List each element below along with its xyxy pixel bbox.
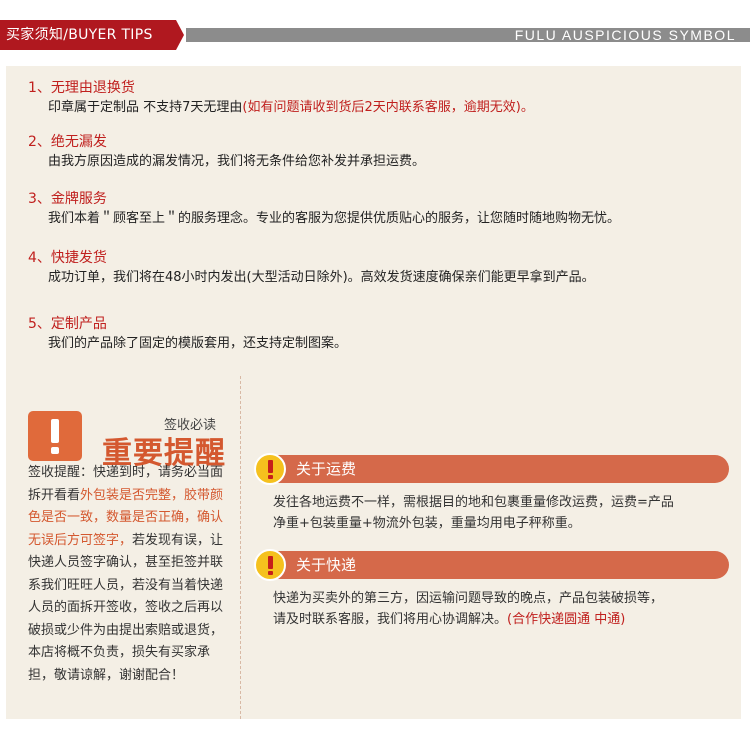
- shipping-line: 净重+包装重量+物流外包装，重量均用电子秤称重。: [273, 516, 581, 531]
- shipping-text: 发往各地运费不一样，需根据目的地和包裹重量修改运费，运费=产品 净重+包装重量+…: [273, 492, 674, 534]
- courier-text: 快递为买卖外的第三方，因运输问题导致的晚点，产品包装破损等， 请及时联系客服，我…: [273, 588, 663, 630]
- notice-heading: 3、金牌服务: [28, 191, 107, 207]
- buyer-tips-title: 买家须知/BUYER TIPS: [0, 20, 184, 50]
- notice-heading: 5、定制产品: [28, 316, 107, 332]
- notice-item-shipping: 4、快捷发货 成功订单，我们将在48小时内发出(大型活动日除外)。高效发货速度确…: [28, 248, 595, 288]
- exclamation-icon: [254, 453, 286, 485]
- notice-item-custom: 5、定制产品 我们的产品除了固定的模版套用，还支持定制图案。: [28, 314, 347, 354]
- notice-item-missing: 2、绝无漏发 由我方原因造成的漏发情况，我们将无条件给您补发并承担运费。: [28, 132, 425, 172]
- dashed-divider: [240, 376, 241, 719]
- courier-line: 请及时联系客服，我们将用心协调解决。(合作快递圆通 中通): [273, 609, 663, 630]
- notice-body: 我们的产品除了固定的模版套用，还支持定制图案。: [48, 336, 348, 351]
- courier-line: 快递为买卖外的第三方，因运输问题导致的晚点，产品包装破损等，: [273, 591, 664, 606]
- notice-body: 印章属于定制品 不支持7天无理由(如有问题请收到货后2天内联系客服，逾期无效)。: [28, 98, 534, 118]
- courier-line-text: 请及时联系客服，我们将用心协调解决。: [273, 612, 508, 627]
- notice-body-highlight: (如有问题请收到货后2天内联系客服，逾期无效)。: [242, 100, 534, 115]
- exclamation-icon: [254, 549, 286, 581]
- notice-item-returns: 1、无理由退换货 印章属于定制品 不支持7天无理由(如有问题请收到货后2天内联系…: [28, 78, 534, 118]
- header-bar: 买家须知/BUYER TIPS FULU AUSPICIOUS SYMBOL: [0, 20, 750, 50]
- buyer-notice-panel: 1、无理由退换货 印章属于定制品 不支持7天无理由(如有问题请收到货后2天内联系…: [6, 66, 741, 376]
- notice-body: 我们本着＂顾客至上＂的服务理念。专业的客服为您提供优质贴心的服务，让您随时随地购…: [48, 211, 621, 226]
- notice-body: 由我方原因造成的漏发情况，我们将无条件给您补发并承担运费。: [48, 154, 426, 169]
- notice-heading: 1、无理由退换货: [28, 80, 135, 96]
- shipping-line: 发往各地运费不一样，需根据目的地和包裹重量修改运费，运费=产品: [273, 495, 674, 510]
- notice-body: 成功订单，我们将在48小时内发出(大型活动日除外)。高效发货速度确保亲们能更早拿…: [48, 270, 595, 285]
- shipping-section-title: 关于运费: [296, 460, 357, 478]
- courier-section-title: 关于快递: [296, 556, 357, 574]
- warning-icon: [28, 411, 82, 461]
- remind-panel: 签收必读 重要提醒 签收提醒：快递到时，请务必当面拆开看看外包装是否完整，胶带颜…: [6, 376, 741, 719]
- notice-heading: 2、绝无漏发: [28, 134, 107, 150]
- courier-partners: (合作快递圆通 中通): [507, 612, 626, 627]
- notice-heading: 4、快捷发货: [28, 250, 107, 266]
- remind-text: 签收提醒：快递到时，请务必当面拆开看看外包装是否完整，胶带颜色是否一致，数量是否…: [28, 462, 233, 687]
- remind-text-part: 若发现有误，让快递人员签字确认，甚至拒签并联系我们旺旺人员，若没有当着快递人员的…: [28, 532, 224, 683]
- brand-symbol-label: FULU AUSPICIOUS SYMBOL: [508, 20, 750, 50]
- notice-body-text: 印章属于定制品 不支持7天无理由: [48, 100, 243, 115]
- notice-item-service: 3、金牌服务 我们本着＂顾客至上＂的服务理念。专业的客服为您提供优质贴心的服务，…: [28, 189, 620, 229]
